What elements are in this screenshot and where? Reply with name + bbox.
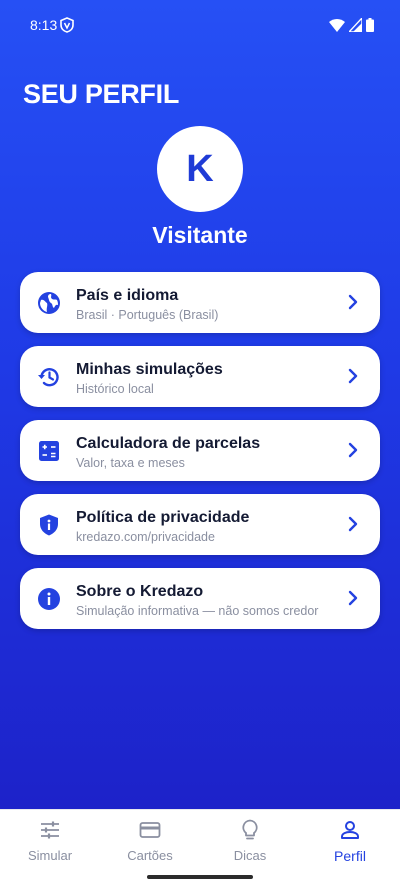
history-icon (38, 368, 59, 387)
menu-item-subtitle: Histórico local (76, 382, 154, 396)
status-time: 8:13 (30, 17, 58, 33)
menu-item-subtitle: Simulação informativa — não somos credor (76, 604, 319, 618)
nav-label: Perfil (334, 848, 366, 864)
globe-icon (38, 292, 60, 314)
card-icon (139, 822, 161, 838)
nav-label: Cartões (127, 848, 173, 863)
user-name: Visitante (152, 222, 248, 248)
signal-icon (349, 18, 362, 32)
avatar: K (157, 126, 243, 212)
wifi-icon (329, 19, 345, 32)
menu-item-title: País e idioma (76, 287, 179, 304)
chevron-right-icon (348, 368, 358, 384)
privacy-shield-icon (40, 514, 58, 536)
sliders-icon (41, 821, 59, 839)
menu-item-subtitle: Valor, taxa e meses (76, 456, 185, 470)
menu-item-subtitle: Brasil · Português (Brasil) (76, 308, 219, 322)
nav-item-cartoes[interactable]: Cartões (100, 818, 200, 874)
battery-icon (366, 18, 374, 32)
menu-item-my-simulations[interactable]: Minhas simulações Histórico local (20, 346, 380, 407)
chevron-right-icon (348, 294, 358, 310)
menu-item-title: Minhas simulações (76, 361, 223, 378)
chevron-right-icon (348, 442, 358, 458)
home-indicator[interactable] (147, 875, 253, 879)
page-title: SEU PERFIL (23, 79, 180, 109)
calculator-icon (39, 441, 59, 461)
person-icon (341, 821, 359, 839)
chevron-right-icon (348, 590, 358, 606)
menu-item-subtitle: kredazo.com/privacidade (76, 530, 215, 544)
nav-item-perfil[interactable]: Perfil (300, 818, 400, 874)
nav-item-simular[interactable]: Simular (0, 818, 100, 874)
status-icons (329, 17, 374, 33)
menu-item-privacy-policy[interactable]: Política de privacidade kredazo.com/priv… (20, 494, 380, 555)
nav-label: Dicas (233, 848, 267, 863)
nav-label: Simular (27, 848, 73, 863)
menu-item-about[interactable]: Sobre o Kredazo Simulação informativa — … (20, 568, 380, 629)
menu-item-country-language[interactable]: País e idioma Brasil · Português (Brasil… (20, 272, 380, 333)
menu-item-installment-calculator[interactable]: Calculadora de parcelas Valor, taxa e me… (20, 420, 380, 481)
nav-item-dicas[interactable]: Dicas (200, 818, 300, 874)
menu-item-title: Calculadora de parcelas (76, 435, 261, 452)
avatar-initial: K (186, 147, 214, 190)
lightbulb-icon (242, 819, 258, 840)
status-bar: 8:13 (0, 0, 400, 52)
profile-screen: 8:13 SEU PERFIL K Visitante País e idiom… (0, 0, 400, 809)
menu-item-title: Política de privacidade (76, 509, 250, 526)
info-icon (38, 588, 60, 610)
menu-item-title: Sobre o Kredazo (76, 583, 204, 600)
chevron-right-icon (348, 516, 358, 532)
profile-menu: País e idioma Brasil · Português (Brasil… (20, 272, 380, 642)
vpn-shield-icon (60, 17, 74, 33)
